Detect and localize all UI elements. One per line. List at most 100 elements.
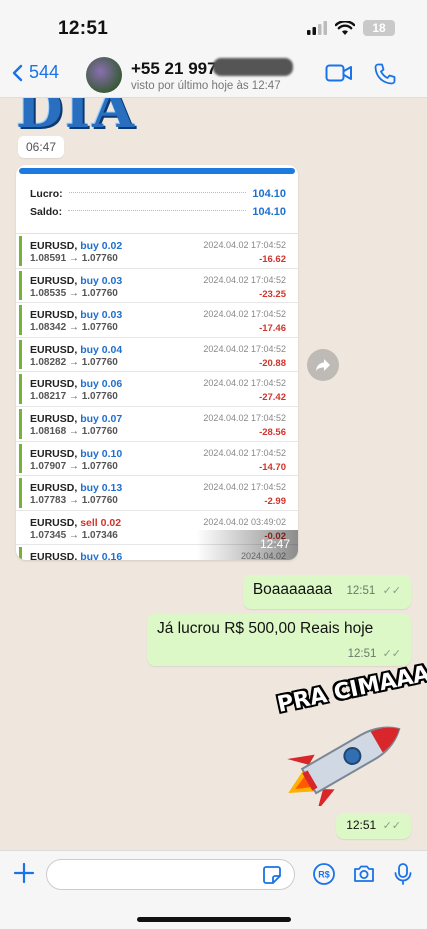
back-button[interactable]: 544 <box>12 62 59 83</box>
trade-title: EURUSD, buy 0.07 <box>30 413 122 425</box>
plus-icon[interactable] <box>12 861 36 885</box>
account-summary: Lucro: 104.10 Saldo: 104.10 <box>16 177 298 229</box>
trade-action: buy 0.16 <box>80 551 123 560</box>
trade-pair: EURUSD, <box>30 447 78 460</box>
card-header-bar <box>19 168 295 174</box>
trade-profit: -20.88 <box>259 357 286 369</box>
message-text: Já lucrou R$ 500,00 Reais hoje <box>157 620 374 637</box>
summary-row-balance: Saldo: 104.10 <box>16 203 298 221</box>
trade-title: EURUSD, buy 0.06 <box>30 378 122 390</box>
message-time: 12:51 <box>346 818 377 832</box>
message-time: 12:51 <box>346 585 376 597</box>
double-check-icon: ✓✓ <box>382 585 401 597</box>
trade-profit: -28.56 <box>259 426 286 438</box>
trade-pair: EURUSD, <box>30 482 78 495</box>
chat-area[interactable]: DIA 06:47 Lucro: 104.10 Saldo: 104.10 EU… <box>0 98 427 850</box>
dotted-leader <box>68 191 247 193</box>
trade-row: EURUSD, buy 0.03 1.08535 → 1.07760 2024.04… <box>16 269 298 304</box>
outgoing-message-meta[interactable]: 12:51 ✓✓ <box>336 813 411 839</box>
contact-name[interactable]: +55 21 997 <box>131 59 217 79</box>
trade-profit: -14.70 <box>259 461 286 473</box>
rocket-sticker[interactable]: PRA CIMAAA! <box>272 659 427 806</box>
avatar[interactable] <box>86 57 122 93</box>
double-check-icon: ✓✓ <box>382 648 401 660</box>
trade-date: 2024.04.02 17:04:52 <box>203 412 286 423</box>
trade-screenshot-image[interactable]: Lucro: 104.10 Saldo: 104.10 EURUSD, buy … <box>16 165 298 560</box>
trade-profit: -27.42 <box>259 392 286 404</box>
trade-prices: 1.07345 → 1.07346 <box>30 529 118 541</box>
message-input-bar: R$ <box>0 850 427 929</box>
trade-pair: EURUSD, <box>30 240 78 252</box>
outgoing-message[interactable]: Já lucrou R$ 500,00 Reais hoje 12:51 ✓✓ <box>147 614 411 666</box>
trade-action: buy 0.02 <box>80 240 123 252</box>
summary-value: 104.10 <box>252 188 286 200</box>
summary-label: Lucro: <box>30 188 63 200</box>
trade-pair: EURUSD, <box>30 274 78 287</box>
redacted-number <box>213 58 293 76</box>
trade-prices: 1.08342 → 1.07760 <box>30 322 118 334</box>
trade-row: EURUSD, buy 0.10 1.07907 → 1.07760 2024.04… <box>16 442 298 477</box>
trade-row: EURUSD, buy 0.03 1.08342 → 1.07760 2024.04… <box>16 303 298 338</box>
trade-profit: -23.25 <box>259 288 286 300</box>
svg-text:R$: R$ <box>318 870 330 880</box>
trade-pair: EURUSD, <box>30 516 78 529</box>
trade-title: EURUSD, buy 0.16 <box>30 551 122 560</box>
trade-row: EURUSD, buy 0.07 1.08168 → 1.07760 2024.04… <box>16 407 298 442</box>
status-icons: 18 <box>307 20 395 36</box>
chat-header: 544 +55 21 997 visto por último hoje às … <box>0 50 427 98</box>
summary-row-profit: Lucro: 104.10 <box>16 185 298 203</box>
trade-prices: 1.08217 → 1.07760 <box>30 391 118 403</box>
trade-pair: EURUSD, <box>30 378 78 391</box>
rocket-icon <box>287 726 401 806</box>
signal-icon <box>307 21 327 35</box>
summary-value: 104.10 <box>252 206 286 218</box>
trade-date: 2024.04.02 03:49:02 <box>203 516 286 527</box>
trade-title: EURUSD, buy 0.03 <box>30 275 122 287</box>
trade-title: EURUSD, sell 0.02 <box>30 517 121 529</box>
trade-action: buy 0.03 <box>80 274 123 287</box>
outgoing-message[interactable]: Boaaaaaaa 12:51 ✓✓ <box>242 575 411 609</box>
image-banner-text: DIA <box>16 98 136 140</box>
trade-action: buy 0.07 <box>80 412 123 425</box>
trade-title: EURUSD, buy 0.10 <box>30 448 122 460</box>
trade-profit: -2.99 <box>264 496 286 508</box>
message-meta: 12:51 ✓✓ <box>348 647 401 660</box>
image-sent-time: 12:47 <box>259 537 290 551</box>
trade-action: buy 0.04 <box>80 343 123 356</box>
trade-row: EURUSD, buy 0.06 1.08217 → 1.07760 2024.04… <box>16 372 298 407</box>
trade-title: EURUSD, buy 0.13 <box>30 482 122 494</box>
payment-icon[interactable]: R$ <box>312 862 336 886</box>
trade-action: buy 0.06 <box>80 378 123 391</box>
trade-action: buy 0.03 <box>80 309 123 322</box>
video-call-icon[interactable] <box>325 62 353 84</box>
phone-call-icon[interactable] <box>373 62 397 86</box>
trade-prices: 1.07783 → 1.07760 <box>30 495 118 507</box>
microphone-icon[interactable] <box>392 862 414 886</box>
home-indicator <box>137 917 291 922</box>
trade-row: EURUSD, buy 0.04 1.08282 → 1.07760 2024.04… <box>16 338 298 373</box>
trade-prices: 1.07907 → 1.07760 <box>30 460 118 472</box>
image-time: 06:47 <box>18 136 65 158</box>
trade-action: buy 0.13 <box>80 482 123 495</box>
trade-date: 2024.04.02 17:04:52 <box>203 378 286 389</box>
trade-row: EURUSD, buy 0.13 1.07783 → 1.07760 2024.04… <box>16 476 298 511</box>
dotted-leader <box>68 209 247 211</box>
sticker-icon[interactable] <box>262 865 282 885</box>
double-check-icon: ✓✓ <box>382 820 401 832</box>
trade-date: 2024.04.02 17:04:52 <box>203 343 286 354</box>
chevron-left-icon <box>12 64 23 81</box>
wifi-icon <box>335 20 355 35</box>
camera-icon[interactable] <box>352 862 376 886</box>
trade-date: 2024.04.02 17:04:52 <box>203 274 286 285</box>
trade-profit: -17.46 <box>259 323 286 335</box>
trade-date: 2024.04.02 17:04:52 <box>203 309 286 320</box>
trade-title: EURUSD, buy 0.03 <box>30 309 122 321</box>
trade-prices: 1.08168 → 1.07760 <box>30 425 118 437</box>
message-input[interactable] <box>46 859 295 890</box>
trade-title: EURUSD, buy 0.04 <box>30 344 122 356</box>
trade-date: 2024.04.02 17:04:52 <box>203 447 286 458</box>
trade-date: 2024.04.02 17:04:52 <box>203 240 286 250</box>
summary-label: Saldo: <box>30 206 63 218</box>
forward-button[interactable] <box>307 349 339 381</box>
status-time: 12:51 <box>58 18 109 39</box>
